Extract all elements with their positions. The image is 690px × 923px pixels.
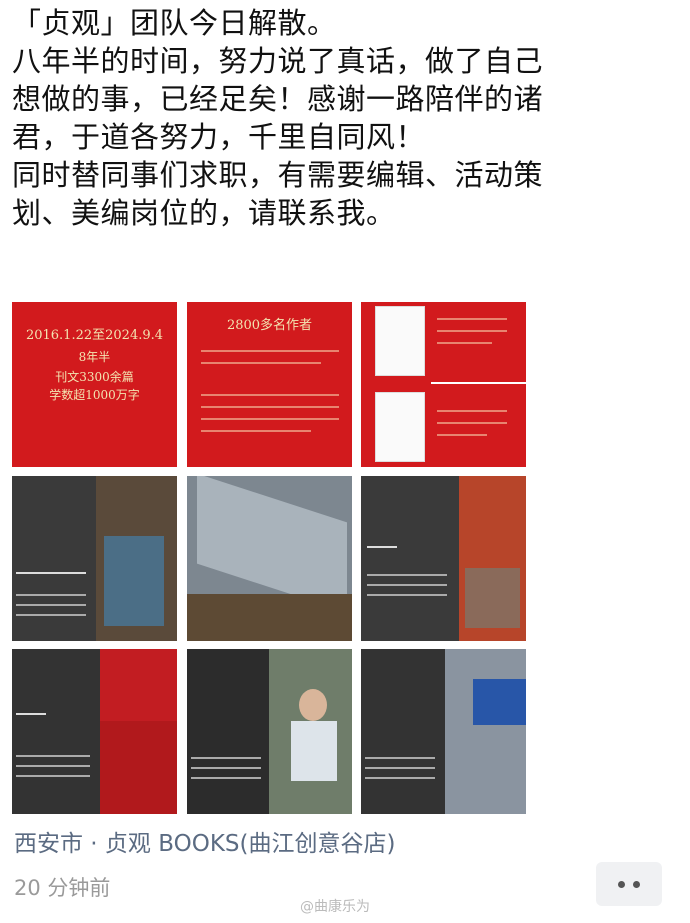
person-head — [299, 689, 327, 721]
image-thumbnail-authors[interactable]: 2800多名作者 — [187, 302, 352, 467]
screen — [473, 679, 526, 725]
document-page — [375, 392, 425, 462]
watermark: @曲康乐为 — [300, 899, 370, 915]
post-line: 君，于道各努力，千里自同风！ — [12, 120, 426, 154]
image-thumbnail-bookstore[interactable] — [12, 476, 177, 641]
post-line: 同时替同事们求职，有需要编辑、活动策 — [12, 158, 544, 192]
store-window — [104, 536, 164, 626]
calligraphy-photo — [100, 721, 177, 814]
timestamp: 20 分钟前 — [14, 876, 111, 900]
post-line: 八年半的时间，努力说了真话，做了自己 — [12, 44, 544, 78]
dot-icon — [633, 881, 640, 888]
dot-icon — [618, 881, 625, 888]
tile-article-count: 刊文3300余篇 — [55, 370, 134, 384]
image-thumbnail-timeline[interactable]: 2016.1.22至2024.9.4 8年半 刊文3300余篇 学数超1000万… — [12, 302, 177, 467]
post-text: 「贞观」团队今日解散。 八年半的时间，努力说了真话，做了自己 想做的事，已经足矣… — [12, 4, 682, 232]
tile-date-range: 2016.1.22至2024.9.4 — [25, 328, 164, 343]
tile-duration: 8年半 — [78, 350, 111, 364]
more-options-button[interactable] — [596, 862, 662, 906]
metal-sign — [197, 476, 347, 613]
tile-authors-heading: 2800多名作者 — [226, 318, 313, 333]
image-thumbnail-classroom[interactable] — [361, 476, 526, 641]
post-line: 「贞观」团队今日解散。 — [12, 6, 337, 40]
image-thumbnail-speaker[interactable] — [187, 649, 352, 814]
venue-photo — [445, 649, 526, 814]
person-body — [291, 721, 337, 781]
image-thumbnail-documents[interactable] — [361, 302, 526, 467]
image-thumbnail-design[interactable] — [12, 649, 177, 814]
post-line: 想做的事，已经足矣！感谢一路陪伴的诸 — [12, 82, 544, 116]
document-page — [375, 306, 425, 376]
poster-photo — [465, 568, 520, 628]
image-thumbnail-venue[interactable] — [361, 649, 526, 814]
image-thumbnail-sign[interactable] — [187, 476, 352, 641]
wood-panel — [187, 594, 352, 641]
location-link[interactable]: 西安市 · 贞观 BOOKS(曲江创意谷店) — [14, 824, 395, 858]
tile-word-count: 学数超1000万字 — [49, 388, 140, 402]
divider — [431, 382, 526, 384]
post-line: 划、美编岗位的，请联系我。 — [12, 196, 396, 230]
red-envelope-photo — [100, 649, 177, 721]
